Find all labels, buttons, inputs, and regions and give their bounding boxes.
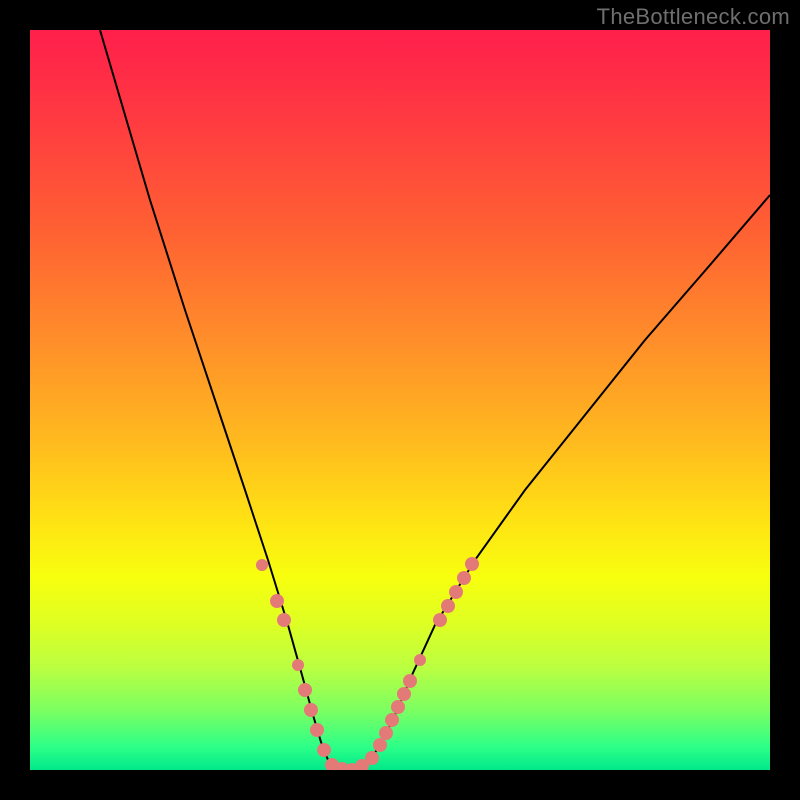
watermark-text: TheBottleneck.com <box>597 4 790 30</box>
plot-area <box>30 30 770 770</box>
data-point <box>391 700 405 714</box>
data-point <box>292 659 304 671</box>
data-point <box>449 585 463 599</box>
data-point <box>465 557 479 571</box>
curve-left <box>100 30 348 770</box>
data-point <box>298 683 312 697</box>
data-point <box>317 743 331 757</box>
data-point <box>304 703 318 717</box>
data-point <box>457 571 471 585</box>
data-point <box>270 594 284 608</box>
data-point <box>403 674 417 688</box>
data-point <box>365 751 379 765</box>
data-point <box>414 654 426 666</box>
data-markers <box>256 557 479 770</box>
data-point <box>379 726 393 740</box>
data-point <box>310 723 324 737</box>
data-point <box>397 687 411 701</box>
data-point <box>433 613 447 627</box>
data-point <box>256 559 268 571</box>
data-point <box>373 738 387 752</box>
data-point <box>385 713 399 727</box>
chart-frame: TheBottleneck.com <box>0 0 800 800</box>
data-point <box>277 613 291 627</box>
chart-svg <box>30 30 770 770</box>
data-point <box>441 599 455 613</box>
